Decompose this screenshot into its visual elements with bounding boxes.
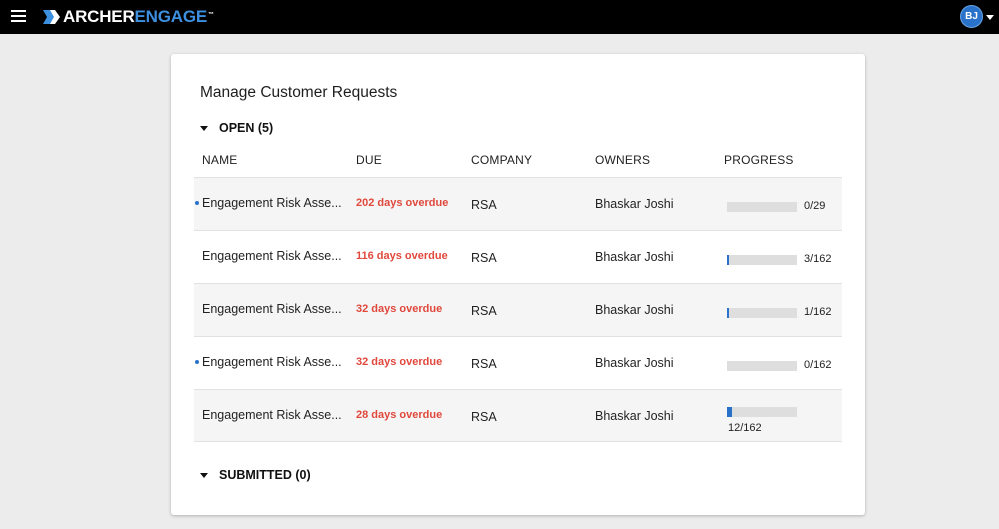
caret-down-icon (200, 472, 208, 478)
logo-text: ARCHERENGAGE™ (63, 7, 214, 26)
user-menu-caret-icon[interactable] (986, 15, 994, 20)
company: RSA (471, 410, 497, 424)
progress-bar (727, 255, 797, 265)
unread-dot-icon (195, 360, 199, 364)
company: RSA (471, 251, 497, 265)
table-row[interactable]: Engagement Risk Asse... 32 days overdue … (194, 336, 842, 389)
open-section-label: OPEN (5) (219, 121, 274, 135)
owner: Bhaskar Joshi (595, 409, 674, 423)
due-status: 28 days overdue (356, 409, 443, 421)
avatar[interactable]: BJ (960, 5, 983, 28)
progress-text: 1/162 (804, 306, 832, 318)
owner: Bhaskar Joshi (595, 356, 674, 370)
column-header-company: COMPANY (471, 153, 533, 167)
due-status: 32 days overdue (356, 303, 443, 315)
progress-text: 0/162 (804, 359, 832, 371)
caret-down-icon (200, 125, 208, 131)
top-bar: ARCHERENGAGE™ BJ (0, 0, 999, 34)
open-section-toggle[interactable]: OPEN (5) (200, 121, 273, 135)
table-row[interactable]: Engagement Risk Asse... 116 days overdue… (194, 230, 842, 283)
requests-card: Manage Customer Requests OPEN (5) NAME D… (171, 54, 865, 515)
progress-text: 0/29 (804, 200, 826, 212)
hamburger-menu-icon[interactable] (11, 10, 26, 23)
submitted-section-label: SUBMITTED (0) (219, 468, 311, 482)
owner: Bhaskar Joshi (595, 303, 674, 317)
progress-bar (727, 308, 797, 318)
due-status: 32 days overdue (356, 356, 443, 368)
column-header-due: DUE (356, 153, 382, 167)
request-name: Engagement Risk Asse... (202, 408, 342, 422)
unread-dot-icon (195, 201, 199, 205)
progress-bar (727, 361, 797, 371)
owner: Bhaskar Joshi (595, 197, 674, 211)
progress-bar (727, 202, 797, 212)
request-name: Engagement Risk Asse... (202, 196, 342, 210)
submitted-section-toggle[interactable]: SUBMITTED (0) (200, 468, 311, 482)
table-row[interactable]: Engagement Risk Asse... 202 days overdue… (194, 177, 842, 230)
request-name: Engagement Risk Asse... (202, 302, 342, 316)
table-row[interactable]: Engagement Risk Asse... 32 days overdue … (194, 283, 842, 336)
progress-bar-fill (727, 308, 729, 318)
company: RSA (471, 198, 497, 212)
progress-bar (727, 407, 797, 417)
progress-text: 12/162 (728, 422, 762, 434)
due-status: 202 days overdue (356, 197, 449, 209)
request-name: Engagement Risk Asse... (202, 249, 342, 263)
request-name: Engagement Risk Asse... (202, 355, 342, 369)
column-header-progress: PROGRESS (724, 153, 794, 167)
due-status: 116 days overdue (356, 250, 448, 262)
page-title: Manage Customer Requests (200, 84, 398, 101)
progress-text: 3/162 (804, 253, 832, 265)
column-header-owners: OWNERS (595, 153, 651, 167)
company: RSA (471, 304, 497, 318)
progress-bar-fill (727, 407, 732, 417)
column-header-name: NAME (202, 153, 238, 167)
owner: Bhaskar Joshi (595, 250, 674, 264)
logo[interactable]: ARCHERENGAGE™ (43, 7, 214, 27)
archer-arrow-icon (43, 10, 60, 24)
company: RSA (471, 357, 497, 371)
table-row[interactable]: Engagement Risk Asse... 28 days overdue … (194, 389, 842, 442)
progress-bar-fill (727, 255, 729, 265)
